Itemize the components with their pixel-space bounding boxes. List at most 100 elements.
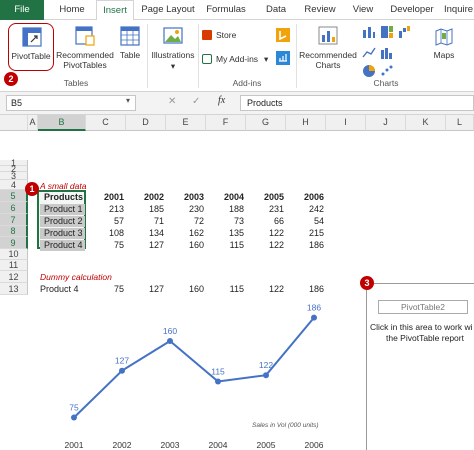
table-cell[interactable]: 231 — [246, 204, 284, 215]
table-cell[interactable]: 215 — [286, 228, 324, 239]
column-chart-icon[interactable] — [362, 25, 376, 39]
data-point[interactable] — [167, 338, 173, 344]
calc-value[interactable]: 115 — [206, 284, 244, 295]
table-cell[interactable]: 115 — [206, 240, 244, 251]
table-cell[interactable]: 72 — [166, 216, 204, 227]
table-cell[interactable]: 57 — [86, 216, 124, 227]
data-point[interactable] — [215, 378, 221, 385]
table-cell[interactable]: 242 — [286, 204, 324, 215]
row-header-13[interactable]: 13 — [0, 283, 28, 295]
table-cell[interactable]: 73 — [206, 216, 244, 227]
table-cell[interactable]: 160 — [166, 240, 204, 251]
row-header-8[interactable]: 8 — [0, 226, 28, 237]
header-2005[interactable]: 2005 — [246, 192, 284, 203]
table-cell[interactable]: 230 — [166, 204, 204, 215]
column-header-i[interactable]: I — [326, 115, 366, 131]
table-cell[interactable]: 213 — [86, 204, 124, 215]
select-all-corner[interactable] — [0, 115, 28, 131]
data-point[interactable] — [119, 367, 125, 374]
tab-insert[interactable]: Insert — [96, 0, 134, 21]
tab-data[interactable]: Data — [256, 0, 296, 20]
table-cell[interactable]: 162 — [166, 228, 204, 239]
table-cell[interactable]: 108 — [86, 228, 124, 239]
product-label[interactable]: Product 4 — [40, 240, 85, 251]
column-header-b[interactable]: B — [38, 115, 86, 131]
bing-icon[interactable] — [276, 28, 290, 42]
table-cell[interactable]: 75 — [86, 240, 124, 251]
table-button[interactable]: Table — [116, 23, 144, 75]
table-cell[interactable]: 135 — [206, 228, 244, 239]
header-2002[interactable]: 2002 — [126, 192, 164, 203]
table-cell[interactable]: 54 — [286, 216, 324, 227]
tab-home[interactable]: Home — [50, 0, 94, 20]
column-header-e[interactable]: E — [166, 115, 206, 131]
table-cell[interactable]: 186 — [286, 240, 324, 251]
row-header-6[interactable]: 6 — [0, 202, 28, 214]
product-label[interactable]: Product 3 — [40, 228, 85, 239]
table-cell[interactable]: 66 — [246, 216, 284, 227]
row-header-7[interactable]: 7 — [0, 214, 28, 226]
table-cell[interactable]: 134 — [126, 228, 164, 239]
people-graph-icon[interactable] — [276, 51, 290, 65]
table-cell[interactable]: 122 — [246, 228, 284, 239]
insert-function-icon[interactable]: fx — [218, 95, 225, 106]
tab-inquire[interactable]: Inquire — [444, 0, 474, 20]
header-2004[interactable]: 2004 — [206, 192, 244, 203]
cancel-icon[interactable]: ✕ — [168, 96, 176, 107]
illustrations-button[interactable]: Illustrations ▾ — [149, 23, 197, 75]
tab-review[interactable]: Review — [298, 0, 342, 20]
hierarchy-chart-icon[interactable] — [380, 25, 394, 39]
header-products[interactable]: Products — [44, 192, 83, 203]
tab-developer[interactable]: Developer — [384, 0, 440, 20]
waterfall-chart-icon[interactable] — [398, 25, 412, 39]
enter-icon[interactable]: ✓ — [192, 96, 200, 107]
column-header-c[interactable]: C — [86, 115, 126, 131]
calc-label[interactable]: Product 4 — [40, 284, 79, 295]
tab-file[interactable]: File — [0, 0, 44, 20]
my-addins-button[interactable]: My Add-ins ▾ — [202, 53, 274, 67]
table-cell[interactable]: 71 — [126, 216, 164, 227]
statistic-chart-icon[interactable] — [380, 46, 394, 60]
column-header-a[interactable]: A — [28, 115, 38, 131]
scatter-chart-icon[interactable] — [380, 64, 394, 78]
product-label[interactable]: Product 2 — [40, 216, 85, 227]
formula-input[interactable]: Products — [240, 95, 474, 111]
pie-chart-icon[interactable] — [362, 64, 376, 78]
table-cell[interactable]: 188 — [206, 204, 244, 215]
column-header-g[interactable]: G — [246, 115, 286, 131]
column-header-h[interactable]: H — [286, 115, 326, 131]
recommended-charts-button[interactable]: Recommended Charts — [298, 23, 358, 75]
calc-value[interactable]: 127 — [126, 284, 164, 295]
header-2003[interactable]: 2003 — [166, 192, 204, 203]
table-cell[interactable]: 122 — [246, 240, 284, 251]
chevron-down-icon[interactable]: ▾ — [126, 96, 130, 105]
column-header-k[interactable]: K — [406, 115, 446, 131]
data-point[interactable] — [71, 414, 77, 421]
tab-view[interactable]: View — [344, 0, 382, 20]
row-header-10[interactable]: 10 — [0, 249, 28, 260]
tab-formulas[interactable]: Formulas — [200, 0, 252, 20]
name-box[interactable]: B5 — [6, 95, 136, 111]
column-header-l[interactable]: L — [446, 115, 474, 131]
calc-value[interactable]: 160 — [166, 284, 204, 295]
pivottable-button[interactable]: PivotTable — [8, 23, 54, 71]
row-header-9[interactable]: 9 — [0, 237, 28, 249]
calc-value[interactable]: 186 — [286, 284, 324, 295]
table-cell[interactable]: 127 — [126, 240, 164, 251]
header-2001[interactable]: 2001 — [86, 192, 124, 203]
maps-button[interactable]: Maps — [430, 23, 458, 75]
column-header-f[interactable]: F — [206, 115, 246, 131]
tab-page-layout[interactable]: Page Layout — [138, 0, 198, 20]
row-header-5[interactable]: 5 — [0, 190, 28, 202]
column-header-d[interactable]: D — [126, 115, 166, 131]
calc-value[interactable]: 122 — [246, 284, 284, 295]
row-header-4[interactable]: 4 — [0, 180, 28, 190]
calc-value[interactable]: 75 — [86, 284, 124, 295]
row-header-12[interactable]: 12 — [0, 271, 28, 283]
data-point[interactable] — [311, 314, 317, 321]
series-line[interactable] — [73, 316, 315, 419]
header-2006[interactable]: 2006 — [286, 192, 324, 203]
line-chart-icon[interactable] — [362, 46, 376, 60]
product-label[interactable]: Product 1 — [40, 204, 85, 215]
row-header-3[interactable]: 3 — [0, 172, 28, 181]
